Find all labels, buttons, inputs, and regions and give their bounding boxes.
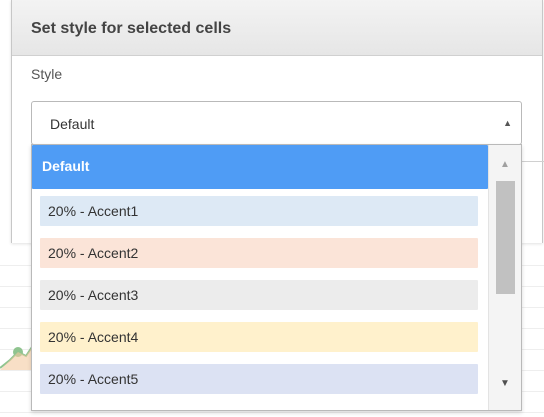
dialog-title: Set style for selected cells [31,20,232,37]
dialog-body: Style [12,56,542,84]
option-label: Default [42,158,90,174]
option-label: 20% - Accent3 [48,287,139,303]
option-label: 20% - Accent5 [48,371,139,387]
screen: Set style for selected cells Style Defau… [0,0,544,417]
style-label: Style [31,66,63,82]
style-option-accent5[interactable]: 20% - Accent5 [40,364,478,394]
dialog-header: Set style for selected cells [12,0,542,56]
scrollbar-thumb[interactable] [496,181,515,294]
style-select-value: Default [50,116,95,132]
style-option-default[interactable]: Default [32,145,488,189]
style-option-accent3[interactable]: 20% - Accent3 [40,280,478,310]
option-label: 20% - Accent1 [48,203,139,219]
style-option-accent1[interactable]: 20% - Accent1 [40,196,478,226]
dropdown-scrollbar[interactable]: ▲ ▼ [488,145,521,410]
option-label: 20% - Accent2 [48,245,139,261]
style-option-accent2[interactable]: 20% - Accent2 [40,238,478,268]
triangle-down-icon[interactable]: ▼ [489,370,521,404]
option-label: 20% - Accent4 [48,329,139,345]
triangle-up-icon[interactable]: ▲ [489,151,521,185]
style-dropdown-list: Default 20% - Accent1 20% - Accent2 20% … [31,144,522,411]
style-select[interactable]: Default ▲ [31,101,522,145]
style-option-accent4[interactable]: 20% - Accent4 [40,322,478,352]
triangle-up-icon[interactable]: ▲ [503,118,512,128]
